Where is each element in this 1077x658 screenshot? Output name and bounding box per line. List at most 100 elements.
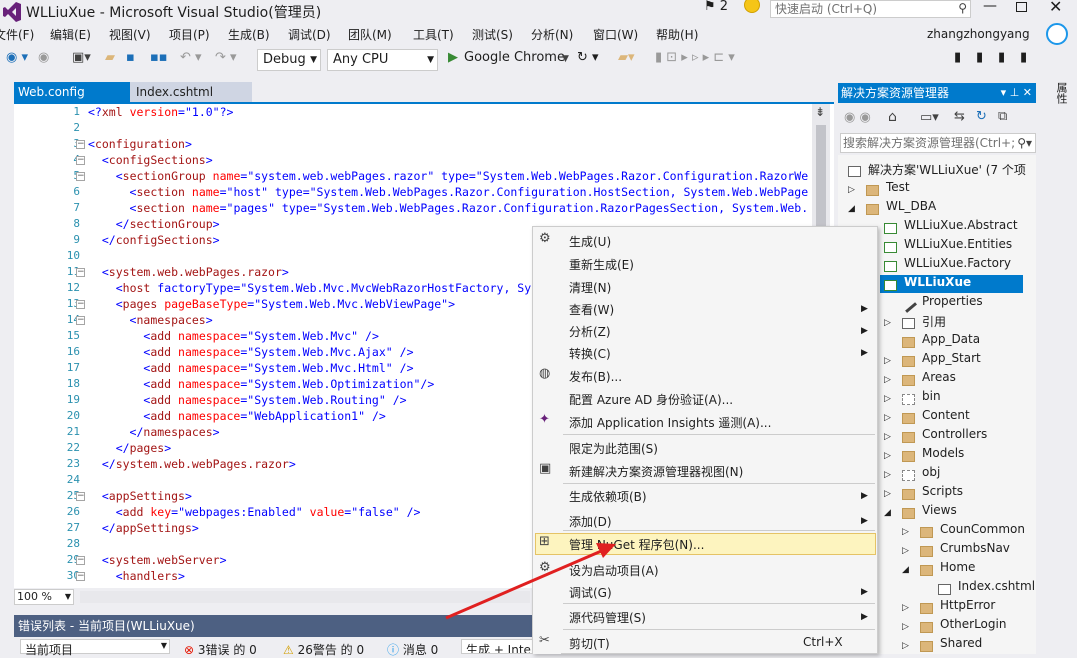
- tree-node-label[interactable]: Shared: [940, 636, 982, 650]
- code-line[interactable]: <appSettings>: [88, 489, 192, 503]
- code-line[interactable]: </appSettings>: [88, 521, 199, 535]
- context-menu-item[interactable]: 添加(D): [569, 513, 612, 530]
- tree-node-label[interactable]: OtherLogin: [940, 617, 1006, 631]
- code-line[interactable]: <section name="host" type="System.Web.We…: [88, 185, 809, 199]
- clear-bookmarks-icon[interactable]: ▮: [1020, 50, 1027, 65]
- toolbar-overflow-icon[interactable]: ▮ ⊡ ▸ ▹ ▸ ⊏ ▾: [655, 50, 735, 65]
- expand-arrow-icon[interactable]: ◢: [884, 508, 891, 518]
- fold-toggle-icon[interactable]: −: [76, 268, 85, 277]
- context-menu-item[interactable]: 新建解决方案资源管理器视图(N): [569, 463, 743, 480]
- save-icon[interactable]: ▪: [126, 50, 135, 65]
- context-menu-item[interactable]: 生成依赖项(B): [569, 488, 647, 505]
- run-target-button[interactable]: Google Chrome: [464, 50, 565, 65]
- tab-web-config[interactable]: Web.config: [14, 82, 130, 102]
- code-line[interactable]: <system.webServer>: [88, 553, 227, 567]
- save-all-icon[interactable]: ▪▪: [150, 50, 168, 65]
- menu-edit[interactable]: 编辑(E): [50, 26, 91, 43]
- tree-node-label[interactable]: WL_DBA: [886, 199, 936, 213]
- collapse-all-icon[interactable]: ⧉: [998, 109, 1007, 124]
- tree-node-label[interactable]: Scripts: [922, 484, 963, 498]
- code-line[interactable]: <add namespace="System.Web.Mvc.Ajax" />: [88, 345, 413, 359]
- code-line[interactable]: <system.web.webPages.razor>: [88, 265, 289, 279]
- account-icon[interactable]: [1046, 23, 1068, 45]
- menu-view[interactable]: 视图(V): [109, 26, 151, 43]
- expand-arrow-icon[interactable]: ▷: [884, 413, 891, 423]
- find-in-files-icon[interactable]: ▰▾: [618, 50, 635, 65]
- fold-toggle-icon[interactable]: −: [76, 492, 85, 501]
- tab-index-cshtml[interactable]: Index.cshtml: [130, 82, 252, 102]
- code-line[interactable]: <host factoryType="System.Web.Mvc.MvcWeb…: [88, 281, 531, 295]
- solution-platform-select[interactable]: Any CPU ▼: [327, 49, 438, 71]
- fold-toggle-icon[interactable]: −: [76, 556, 85, 565]
- menu-analyze[interactable]: 分析(N): [531, 26, 573, 43]
- code-line[interactable]: <sectionGroup name="system.web.webPages.…: [88, 169, 808, 183]
- expand-arrow-icon[interactable]: ▷: [902, 641, 909, 651]
- fold-toggle-icon[interactable]: −: [76, 300, 85, 309]
- context-menu-item[interactable]: 管理 NuGet 程序包(N)...: [569, 536, 704, 553]
- menu-debug[interactable]: 调试(D): [288, 26, 331, 43]
- tree-node-label[interactable]: Index.cshtml: [958, 579, 1035, 593]
- tree-node-label[interactable]: Views: [922, 503, 957, 517]
- code-line[interactable]: <add namespace="System.Web.Mvc" />: [88, 329, 378, 343]
- new-project-icon[interactable]: ▣▾: [72, 50, 91, 65]
- back-icon[interactable]: ◉ ◉: [844, 110, 871, 125]
- tree-node-label[interactable]: Areas: [922, 370, 956, 384]
- tree-node-label[interactable]: WLLiuXue.Abstract: [904, 218, 1018, 232]
- expand-arrow-icon[interactable]: ▷: [902, 527, 909, 537]
- expand-arrow-icon[interactable]: ▷: [884, 489, 891, 499]
- close-button[interactable]: ✕: [1049, 0, 1062, 16]
- tree-node-label[interactable]: Content: [922, 408, 970, 422]
- menu-team[interactable]: 团队(M): [348, 26, 392, 43]
- start-debugging-icon[interactable]: ▶: [448, 50, 458, 65]
- context-menu-item[interactable]: 源代码管理(S): [569, 609, 646, 626]
- back-icon[interactable]: ◉ ▾: [6, 50, 28, 65]
- menu-help[interactable]: 帮助(H): [656, 26, 698, 43]
- context-menu-item[interactable]: 调试(G): [569, 584, 612, 601]
- menu-project[interactable]: 项目(P): [169, 26, 210, 43]
- expand-arrow-icon[interactable]: ▷: [884, 470, 891, 480]
- left-tool-strip[interactable]: [0, 78, 14, 598]
- code-line[interactable]: <add namespace="System.Web.Optimization"…: [88, 377, 434, 391]
- build-source-select[interactable]: 生成 + Intel: [461, 639, 534, 654]
- expand-arrow-icon[interactable]: ▷: [884, 356, 891, 366]
- expand-arrow-icon[interactable]: ▷: [884, 394, 891, 404]
- messages-filter[interactable]: ⓘ 消息 0: [387, 641, 438, 658]
- tree-node-label[interactable]: WLLiuXue.Factory: [904, 256, 1011, 270]
- notification-flag-icon[interactable]: ⚑ 2: [704, 0, 728, 14]
- run-target-dropdown-icon[interactable]: ▼: [562, 54, 569, 64]
- context-menu-item[interactable]: 清理(N): [569, 279, 611, 296]
- user-name[interactable]: zhangzhongyang: [927, 27, 1030, 41]
- fold-toggle-icon[interactable]: −: [76, 156, 85, 165]
- solution-explorer-search[interactable]: 搜索解决方案资源管理器(Ctrl+; ⚲▾: [840, 133, 1036, 153]
- context-menu-item[interactable]: 限定为此范围(S): [569, 440, 658, 457]
- fold-toggle-icon[interactable]: −: [76, 172, 85, 181]
- expand-arrow-icon[interactable]: ◢: [902, 565, 909, 575]
- home-icon[interactable]: ⌂: [888, 109, 897, 125]
- expand-arrow-icon[interactable]: ▷: [884, 318, 891, 328]
- code-line[interactable]: <configuration>: [88, 137, 192, 151]
- solution-config-select[interactable]: Debug ▼: [257, 49, 321, 71]
- refresh-icon[interactable]: ↻: [976, 109, 987, 124]
- code-line[interactable]: <section name="pages" type="System.Web.W…: [88, 201, 809, 215]
- tree-node-label[interactable]: App_Start: [922, 351, 981, 365]
- prev-bookmark-icon[interactable]: ▮: [976, 50, 983, 65]
- menu-test[interactable]: 测试(S): [472, 26, 513, 43]
- tree-node-label[interactable]: HttpError: [940, 598, 995, 612]
- context-menu-item[interactable]: 剪切(T): [569, 635, 610, 652]
- editor-horizontal-scrollbar[interactable]: [80, 591, 530, 603]
- right-tool-strip[interactable]: 属性: [1044, 78, 1077, 654]
- tree-node-label[interactable]: Home: [940, 560, 975, 574]
- code-line[interactable]: <add namespace="WebApplication1" />: [88, 409, 385, 423]
- context-menu-item[interactable]: 分析(Z): [569, 323, 611, 340]
- code-line[interactable]: </namespaces>: [88, 425, 220, 439]
- error-list-title[interactable]: 错误列表 - 当前项目(WLLiuXue): [14, 615, 534, 637]
- error-scope-select[interactable]: 当前项目 ▼: [20, 639, 170, 657]
- open-file-icon[interactable]: ▰: [105, 50, 115, 65]
- expand-arrow-icon[interactable]: ▷: [848, 185, 855, 195]
- expand-arrow-icon[interactable]: ▷: [902, 603, 909, 613]
- context-menu-item[interactable]: 配置 Azure AD 身份验证(A)...: [569, 391, 733, 408]
- code-line[interactable]: <pages pageBaseType="System.Web.Mvc.WebV…: [88, 297, 455, 311]
- context-menu-item[interactable]: 添加 Application Insights 遥测(A)...: [569, 414, 771, 431]
- next-bookmark-icon[interactable]: ▮: [998, 50, 1005, 65]
- code-line[interactable]: </system.web.webPages.razor>: [88, 457, 296, 471]
